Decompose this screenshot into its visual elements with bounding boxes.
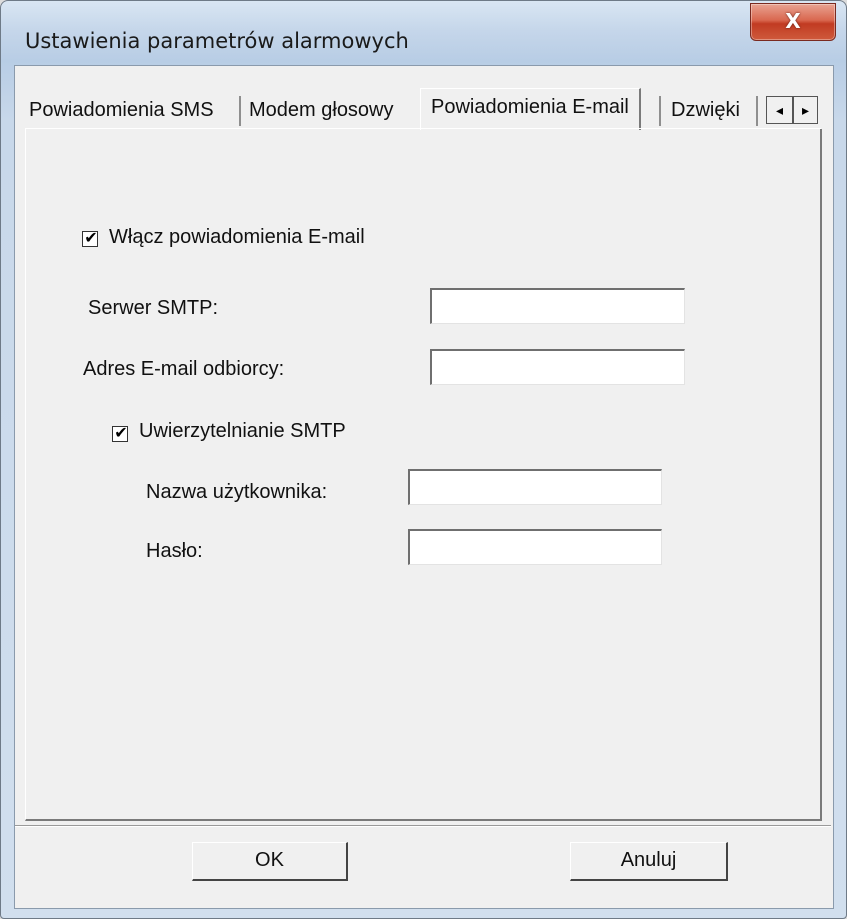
smtp-server-input[interactable] — [430, 288, 685, 324]
dialog-client-area: Powiadomienia SMS Modem głosowy Powiadom… — [14, 65, 834, 909]
dialog-window: Ustawienia parametrów alarmowych X Powia… — [0, 0, 847, 919]
enable-email-label: Włącz powiadomienia E-mail — [109, 226, 365, 248]
tab-separator — [756, 96, 758, 126]
recipient-email-label: Adres E-mail odbiorcy: — [83, 358, 285, 380]
check-icon: ✔ — [114, 423, 128, 442]
tab-modem-glosowy[interactable]: Modem głosowy — [249, 92, 394, 128]
smtp-auth-checkbox[interactable]: ✔ — [112, 423, 128, 442]
enable-email-checkbox[interactable]: ✔ — [82, 228, 98, 247]
scroll-right-icon[interactable]: ▸ — [793, 97, 818, 123]
tab-powiadomienia-email[interactable]: Powiadomienia E-mail — [420, 88, 641, 130]
title-bar[interactable]: Ustawienia parametrów alarmowych X — [1, 1, 846, 59]
check-icon: ✔ — [84, 228, 98, 247]
tab-scroll-control: ◂ ▸ — [766, 96, 818, 124]
close-button[interactable]: X — [750, 3, 836, 41]
smtp-auth-label: Uwierzytelnianie SMTP — [139, 420, 346, 442]
email-settings-panel: ✔ Włącz powiadomienia E-mail Serwer SMTP… — [25, 129, 822, 821]
close-icon: X — [785, 9, 801, 33]
recipient-email-input[interactable] — [430, 349, 685, 385]
username-input[interactable] — [408, 469, 662, 505]
scroll-left-icon[interactable]: ◂ — [767, 97, 794, 123]
button-separator — [15, 825, 831, 827]
username-label: Nazwa użytkownika: — [146, 481, 328, 503]
window-title: Ustawienia parametrów alarmowych — [25, 29, 409, 53]
smtp-server-label: Serwer SMTP: — [88, 297, 219, 319]
tab-separator — [239, 96, 241, 126]
password-input[interactable] — [408, 529, 662, 565]
tab-separator — [659, 96, 661, 126]
password-label: Hasło: — [146, 540, 203, 562]
cancel-button[interactable]: Anuluj — [570, 842, 728, 881]
ok-button[interactable]: OK — [192, 842, 348, 881]
tab-dzwieki[interactable]: Dzwięki — [671, 92, 740, 128]
tab-powiadomienia-sms[interactable]: Powiadomienia SMS — [29, 92, 214, 128]
